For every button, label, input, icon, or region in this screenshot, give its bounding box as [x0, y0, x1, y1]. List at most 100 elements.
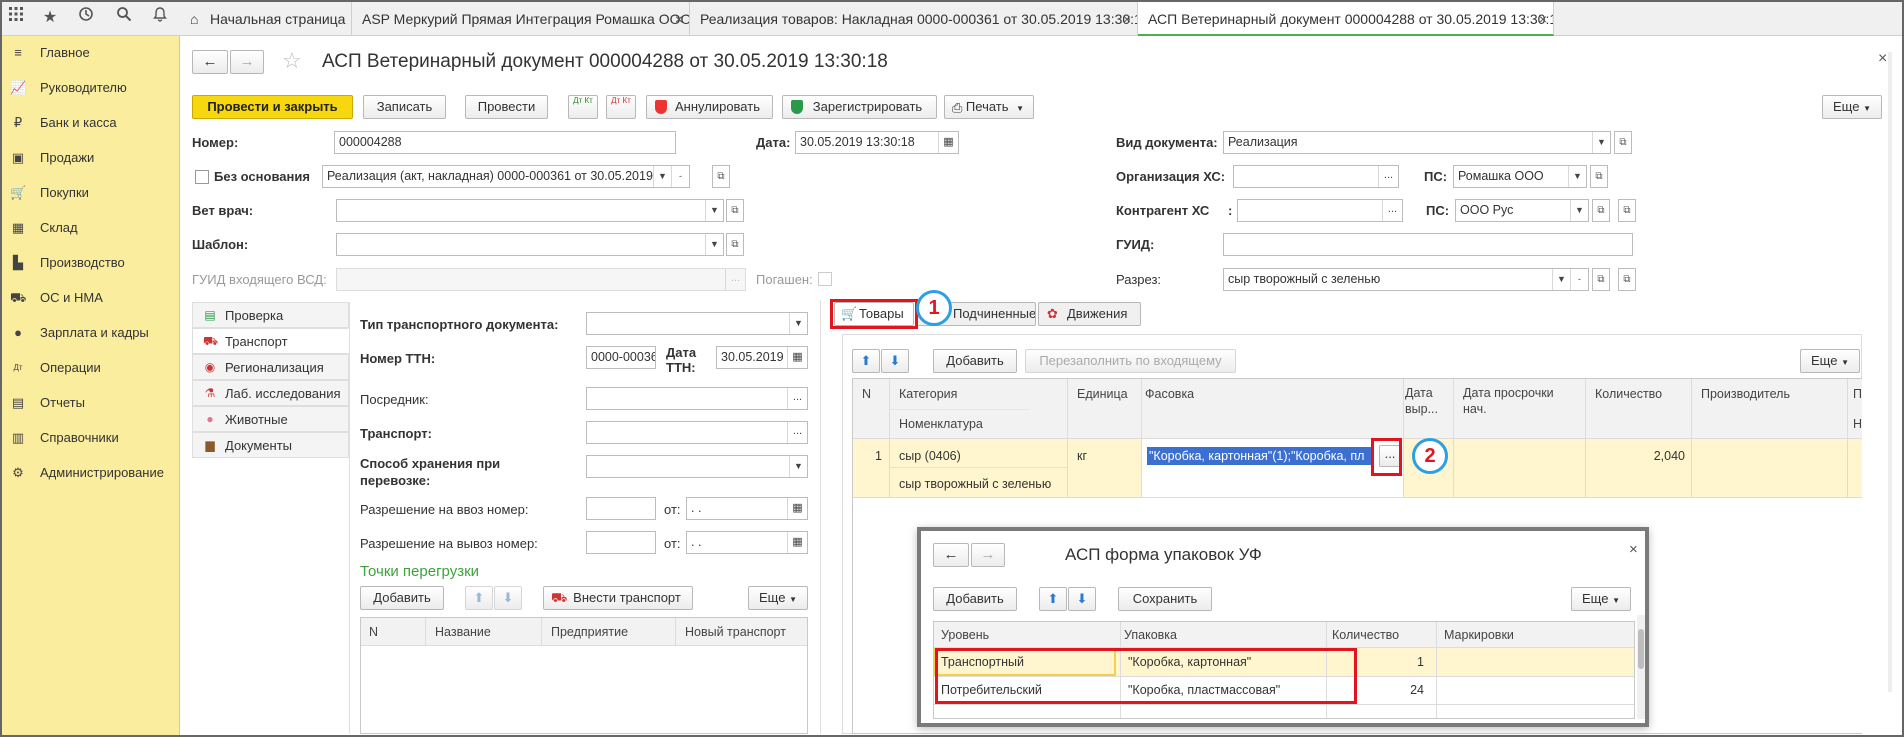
window-scrollbar[interactable]	[1888, 52, 1892, 692]
storage-field[interactable]: ▼	[586, 455, 808, 478]
enter-transport-button[interactable]: ⛟ Внести транспорт	[543, 586, 693, 610]
select-icon[interactable]: ...	[1382, 200, 1402, 221]
sidebar-item-sales[interactable]: ▣ Продажи	[0, 141, 180, 175]
popup-back-button[interactable]: ←	[933, 543, 969, 567]
sidebar-item-reports[interactable]: ▤ Отчеты	[0, 386, 180, 420]
sidebar-item-admin[interactable]: ⚙ Администрирование	[0, 456, 180, 490]
popup-move-up-button[interactable]: ⬆	[1039, 587, 1067, 611]
favorite-star-icon[interactable]: ☆	[282, 48, 302, 74]
post-and-close-button[interactable]: Провести и закрыть	[192, 95, 353, 119]
chevron-down-icon[interactable]: ▼	[653, 166, 671, 187]
goods-more-button[interactable]: Еще ▼	[1800, 349, 1860, 373]
panel-item-regionalization[interactable]: ◉ Регионализация	[192, 354, 349, 380]
panel-item-transport[interactable]: ⛟ Транспорт	[192, 328, 349, 354]
tab-vet-document[interactable]: АСП Ветеринарный документ 000004288 от 3…	[1138, 2, 1554, 36]
panel-item-lab[interactable]: ⚗ Лаб. исследования	[192, 380, 349, 406]
import-permit-field[interactable]	[586, 497, 656, 520]
chevron-down-icon[interactable]: ▼	[1568, 166, 1586, 187]
close-icon[interactable]: ×	[1878, 50, 1887, 68]
section-field[interactable]: сыр творожный с зеленью ▼ -	[1223, 268, 1589, 291]
ttn-field[interactable]: 0000-00036	[586, 346, 656, 369]
sidebar-item-salary[interactable]: ● Зарплата и кадры	[0, 316, 180, 350]
open-template-icon[interactable]: ⧉	[726, 233, 744, 256]
move-down-button[interactable]: ⬇	[494, 586, 522, 610]
ps-field[interactable]: Ромашка ООО ▼	[1453, 165, 1587, 188]
chevron-down-icon[interactable]: ▼	[789, 313, 807, 334]
transport-field[interactable]: ...	[586, 421, 808, 444]
contractor-field[interactable]: ...	[1237, 199, 1403, 222]
move-up-button[interactable]: ⬆	[465, 586, 493, 610]
tab-sales-invoice[interactable]: Реализация товаров: Накладная 0000-00036…	[690, 2, 1138, 36]
export-permit-field[interactable]	[586, 531, 656, 554]
export-date-field[interactable]: . . ▦	[686, 531, 808, 554]
open-doctype-icon[interactable]: ⧉	[1614, 131, 1632, 154]
reload-points-table[interactable]: N Название Предприятие Новый транспорт	[360, 617, 808, 734]
reload-add-button[interactable]: Добавить	[360, 586, 444, 610]
sidebar-item-bank[interactable]: ₽ Банк и касса	[0, 106, 180, 140]
forward-button[interactable]: →	[230, 50, 264, 74]
popup-scrollbar-thumb[interactable]	[1638, 629, 1644, 669]
calendar-icon[interactable]: ▦	[938, 132, 958, 153]
tab-mercury-integration[interactable]: ASP Меркурий Прямая Интеграция Ромашка О…	[352, 2, 690, 36]
reload-more-button[interactable]: Еще ▼	[748, 586, 808, 610]
open-basis-icon[interactable]: ⧉	[712, 165, 730, 188]
close-tab-icon[interactable]: ×	[1123, 2, 1131, 36]
open-ps2-extra-icon[interactable]: ⧉	[1618, 199, 1636, 222]
open-vet-icon[interactable]: ⧉	[726, 199, 744, 222]
print-button[interactable]: ⎙ Печать ▼	[944, 95, 1034, 119]
favorites-star-icon[interactable]: ★	[38, 6, 62, 30]
save-button[interactable]: Записать	[363, 95, 446, 119]
chevron-down-icon[interactable]: ▼	[705, 200, 723, 221]
row-packing[interactable]: "Коробка, картонная"(1);"Коробка, пл	[1147, 447, 1371, 465]
popup-move-down-button[interactable]: ⬇	[1068, 587, 1096, 611]
close-tab-icon[interactable]: ×	[675, 2, 683, 36]
sidebar-item-purchases[interactable]: 🛒 Покупки	[0, 176, 180, 210]
dt-kt-button[interactable]: Дт Кт	[568, 95, 598, 119]
history-icon[interactable]	[74, 6, 98, 30]
open-section-extra-icon[interactable]: ⧉	[1618, 268, 1636, 291]
tab-movements[interactable]: ✿ Движения	[1038, 302, 1141, 326]
select-icon[interactable]: ...	[787, 422, 807, 443]
popup-scrollbar[interactable]	[1637, 615, 1645, 719]
import-date-field[interactable]: . . ▦	[686, 497, 808, 520]
sidebar-item-director[interactable]: 📈 Руководителю	[0, 71, 180, 105]
chevron-down-icon[interactable]: ▼	[705, 234, 723, 255]
number-field[interactable]: 000004288	[334, 131, 676, 154]
popup-forward-button[interactable]: →	[971, 543, 1005, 567]
sidebar-item-production[interactable]: ▙ Производство	[0, 246, 180, 280]
transport-type-field[interactable]: ▼	[586, 312, 808, 335]
select-icon[interactable]: ...	[1378, 166, 1398, 187]
chevron-down-icon[interactable]: ▼	[1592, 132, 1610, 153]
no-basis-checkbox[interactable]	[195, 170, 209, 184]
sidebar-item-warehouse[interactable]: ▦ Склад	[0, 211, 180, 245]
sidebar-item-assets[interactable]: ⛟ ОС и НМА	[0, 281, 180, 315]
vet-field[interactable]: ▼	[336, 199, 724, 222]
back-button[interactable]: ←	[192, 50, 228, 74]
annul-button[interactable]: Аннулировать	[646, 95, 773, 119]
panel-item-animals[interactable]: ● Животные	[192, 406, 349, 432]
popup-add-button[interactable]: Добавить	[933, 587, 1017, 611]
date-field[interactable]: 30.05.2019 13:30:18 ▦	[795, 131, 959, 154]
calendar-icon[interactable]: ▦	[787, 347, 807, 368]
popup-save-button[interactable]: Сохранить	[1118, 587, 1212, 611]
tab-home[interactable]: ⌂ Начальная страница	[180, 2, 352, 36]
goods-move-down-button[interactable]: ⬇	[881, 349, 909, 373]
clear-icon[interactable]: -	[671, 166, 689, 187]
search-icon[interactable]	[112, 6, 136, 30]
sidebar-item-directories[interactable]: ▥ Справочники	[0, 421, 180, 455]
dt-kt-red-button[interactable]: Дт Кт	[606, 95, 636, 119]
open-ps2-icon[interactable]: ⧉	[1592, 199, 1610, 222]
sidebar-item-operations[interactable]: Дт Операции	[0, 351, 180, 385]
close-tab-icon[interactable]: ×	[1539, 2, 1547, 34]
org-field[interactable]: ...	[1233, 165, 1399, 188]
chevron-down-icon[interactable]: ▼	[1552, 269, 1570, 290]
goods-move-up-button[interactable]: ⬆	[852, 349, 880, 373]
calendar-icon[interactable]: ▦	[787, 532, 807, 553]
panel-item-documents[interactable]: ▆ Документы	[192, 432, 349, 458]
popup-close-icon[interactable]: ×	[1629, 541, 1638, 558]
guid-field[interactable]	[1223, 233, 1633, 256]
refill-button[interactable]: Перезаполнить по входящему	[1025, 349, 1236, 373]
doctype-field[interactable]: Реализация ▼	[1223, 131, 1611, 154]
basis-field[interactable]: Реализация (акт, накладная) 0000-000361 …	[322, 165, 690, 188]
intermediary-field[interactable]: ...	[586, 387, 808, 410]
